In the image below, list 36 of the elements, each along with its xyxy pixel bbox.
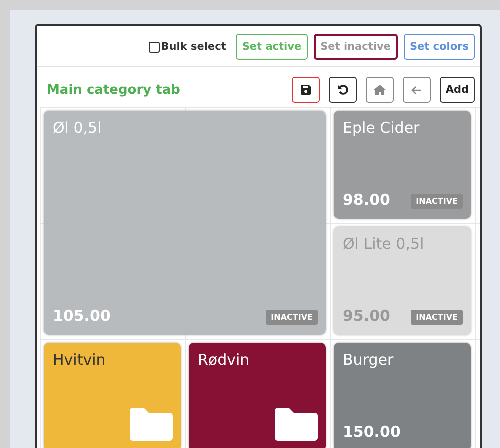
bulk-select-checkbox[interactable] <box>149 42 160 52</box>
left-arrow-icon <box>411 86 422 94</box>
tile-price: 98.00 <box>343 191 390 209</box>
inactive-badge: INACTIVE <box>411 194 463 209</box>
action-button[interactable]: Set inactive <box>314 34 398 60</box>
tile-name: Burger <box>343 351 395 369</box>
product-tile[interactable]: Øl Lite 0,5l 95.00 INACTIVE <box>334 227 471 335</box>
save-icon <box>300 85 311 95</box>
undo-button[interactable] <box>328 77 357 103</box>
product-tile[interactable]: Burger 150.00 <box>334 343 471 448</box>
product-tile[interactable]: Øl 0,5l 105.00 INACTIVE <box>44 111 326 335</box>
tile-price: 105.00 <box>53 307 111 325</box>
product-tile[interactable]: Eple Cider 98.00 INACTIVE <box>334 111 471 219</box>
folder-tile[interactable]: Hvitvin <box>44 343 181 448</box>
bulk-select-label: Bulk select <box>161 41 226 53</box>
home-icon <box>374 85 386 95</box>
undo-icon <box>336 84 349 96</box>
back-button[interactable] <box>402 77 431 103</box>
tile-name: Hvitvin <box>53 351 107 369</box>
category-title: Main category tab <box>47 82 182 98</box>
folder-tile[interactable]: Rødvin <box>189 343 326 448</box>
inactive-badge: INACTIVE <box>266 310 318 325</box>
tile-name: Øl Lite 0,5l <box>343 235 426 253</box>
tile-name: Rødvin <box>198 351 251 369</box>
inactive-badge: INACTIVE <box>411 310 463 325</box>
folder-icon <box>130 408 173 441</box>
tile-price: 150.00 <box>343 423 401 441</box>
home-button[interactable] <box>366 77 394 103</box>
tile-name: Øl 0,5l <box>53 119 103 137</box>
action-button[interactable]: Set active <box>236 34 308 60</box>
folder-icon <box>275 408 318 441</box>
tile-name: Eple Cider <box>343 119 421 137</box>
action-button[interactable]: Set colors <box>404 34 475 60</box>
tile-price: 95.00 <box>343 307 390 325</box>
add-button[interactable]: Add <box>440 77 475 103</box>
save-button[interactable] <box>292 77 320 103</box>
